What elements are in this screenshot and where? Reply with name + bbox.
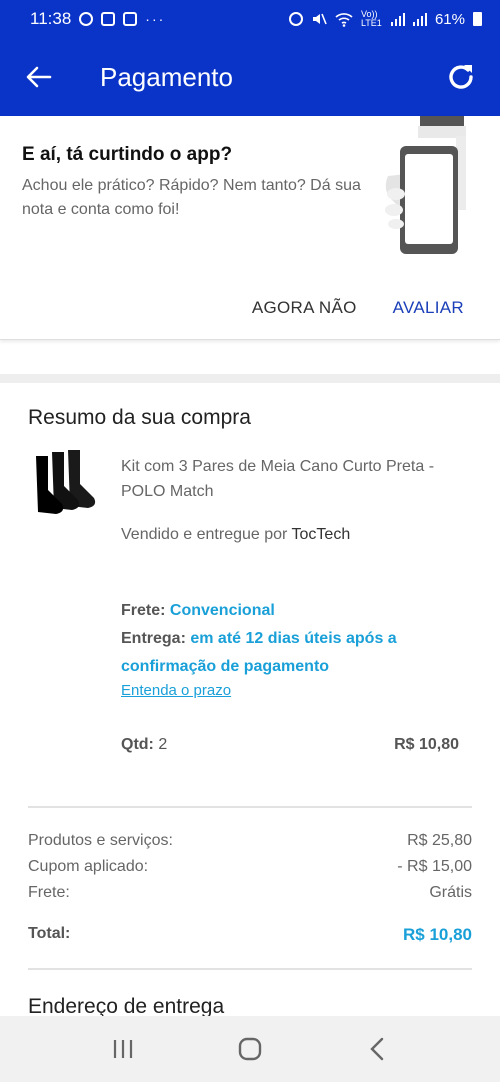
totals-row: Frete: Grátis xyxy=(28,884,472,910)
not-now-button[interactable]: AGORA NÃO xyxy=(252,298,357,318)
seller-info: Vendido e entregue por TocTech xyxy=(121,526,350,544)
quantity-row: Qtd: 2 R$ 10,80 xyxy=(121,736,459,754)
rating-description: Achou ele prático? Rápido? Nem tanto? Dá… xyxy=(22,177,361,218)
back-button[interactable] xyxy=(22,60,56,94)
quantity-value: 2 xyxy=(158,736,168,753)
totals-row: Cupom aplicado: - R$ 15,00 xyxy=(28,858,472,884)
divider xyxy=(28,806,472,808)
shipping-method: Frete: Convencional xyxy=(121,597,461,625)
totals-row-value: Grátis xyxy=(429,884,472,901)
quantity-label: Qtd: xyxy=(121,736,154,753)
totals-row-value: R$ 25,80 xyxy=(407,832,472,849)
mail-icon xyxy=(101,12,116,26)
totals-row-value: - R$ 15,00 xyxy=(397,858,472,875)
chevron-left-icon xyxy=(369,1037,383,1061)
shipping-label: Frete: xyxy=(121,602,166,619)
battery-icon xyxy=(473,12,482,26)
phone-in-hand-illustration xyxy=(385,116,466,254)
totals-list: Produtos e serviços: R$ 25,80 Cupom apli… xyxy=(28,832,472,910)
total-row: Total: R$ 10,80 xyxy=(28,925,472,944)
home-icon xyxy=(238,1037,262,1061)
shipping-info: Frete: Convencional Entrega: em até 12 d… xyxy=(121,597,461,681)
rating-title: E aí, tá curtindo o app? xyxy=(22,144,233,165)
divider xyxy=(28,968,472,970)
totals-row-label: Frete: xyxy=(28,884,70,901)
mute-icon xyxy=(312,13,327,25)
totals-row: Produtos e serviços: R$ 25,80 xyxy=(28,832,472,858)
refresh-icon xyxy=(449,65,473,89)
gallery-icon xyxy=(123,12,138,26)
total-label: Total: xyxy=(28,925,71,942)
delivery-estimate: Entrega: em até 12 dias úteis após a con… xyxy=(121,625,461,681)
total-value: R$ 10,80 xyxy=(403,925,472,944)
system-navigation-bar xyxy=(0,1016,500,1082)
recent-apps-button[interactable] xyxy=(98,1029,148,1069)
app-bar: Pagamento xyxy=(0,38,500,116)
totals-row-label: Produtos e serviços: xyxy=(28,832,173,849)
alarm-icon xyxy=(288,12,303,26)
arrow-left-icon xyxy=(26,66,52,88)
status-bar: 11:38 ··· Vo)) LTE1 61% xyxy=(0,0,500,38)
product-image xyxy=(36,450,96,514)
signal-2-icon xyxy=(412,12,427,26)
seller-name: TocTech xyxy=(291,526,351,543)
delivery-label: Entrega: xyxy=(121,630,186,647)
rating-prompt-card: E aí, tá curtindo o app? Achou ele práti… xyxy=(0,116,500,340)
whatsapp-icon xyxy=(79,12,94,26)
recent-apps-icon xyxy=(114,1040,133,1058)
more-notifications-icon: ··· xyxy=(145,11,166,27)
section-divider xyxy=(0,374,500,383)
shipping-value: Convencional xyxy=(169,602,275,619)
summary-title: Resumo da sua compra xyxy=(28,406,251,429)
seller-prefix: Vendido e entregue por xyxy=(121,526,288,543)
system-back-button[interactable] xyxy=(352,1029,402,1069)
rate-button[interactable]: AVALIAR xyxy=(393,298,464,318)
understand-deadline-link[interactable]: Entenda o prazo xyxy=(121,682,231,699)
network-label: Vo)) LTE1 xyxy=(360,9,382,28)
battery-percent: 61% xyxy=(434,10,465,28)
page-title: Pagamento xyxy=(100,62,233,92)
wifi-icon xyxy=(335,13,353,27)
status-time: 11:38 xyxy=(30,9,72,28)
item-price: R$ 10,80 xyxy=(394,736,459,753)
signal-icon xyxy=(390,12,405,26)
refresh-button[interactable] xyxy=(442,58,480,96)
home-button[interactable] xyxy=(225,1029,275,1069)
product-name: Kit com 3 Pares de Meia Cano Curto Preta… xyxy=(121,458,435,500)
totals-row-label: Cupom aplicado: xyxy=(28,858,149,875)
